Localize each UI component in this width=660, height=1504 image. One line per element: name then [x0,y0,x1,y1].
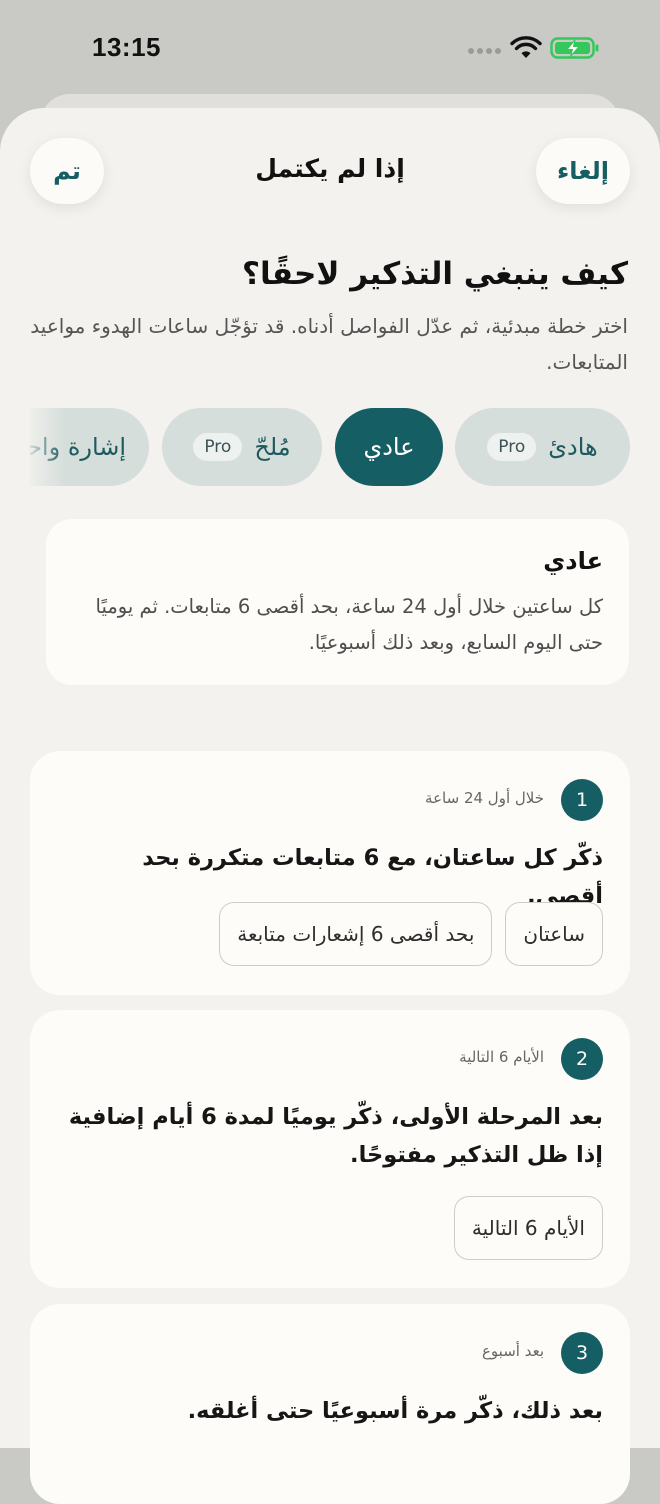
step-card-2: 2 الأيام 6 التالية بعد المرحلة الأولى، ذ… [30,1010,630,1288]
done-button[interactable]: تم [30,138,104,204]
step-number: 3 [561,1332,603,1374]
page-heading: كيف ينبغي التذكير لاحقًا؟ [242,256,628,292]
step-number: 1 [561,779,603,821]
interval-tag[interactable]: ساعتان [505,902,603,966]
step-tags: ساعتان بحد أقصى 6 إشعارات متابعة [219,902,603,966]
status-time: 13:15 [92,32,161,62]
preset-description: كل ساعتين خلال أول 24 ساعة، بحد أقصى 6 م… [95,595,603,654]
chip-calm[interactable]: هادئ Pro [455,408,630,486]
signal-dots-icon [468,48,501,54]
step-number: 2 [561,1038,603,1080]
chip-label: هادئ [548,433,598,461]
chip-label: إشارة واحدة [30,433,127,461]
chip-normal[interactable]: عادي [335,408,443,486]
chip-urgent[interactable]: مُلحّ Pro [162,408,322,486]
days-tag[interactable]: الأيام 6 التالية [453,1196,603,1260]
wifi-icon [510,36,542,58]
chip-label: عادي [363,433,415,461]
step-label: الأيام 6 التالية [459,1048,544,1066]
step-text: بعد ذلك، ذكّر مرة أسبوعيًا حتى أغلقه. [187,1398,603,1424]
step-tags: الأيام 6 التالية [453,1196,603,1260]
max-followups-tag[interactable]: بحد أقصى 6 إشعارات متابعة [219,902,493,966]
step-card-1: 1 خلال أول 24 ساعة ذكّر كل ساعتان، مع 6 … [30,751,630,995]
step-label: بعد أسبوع [481,1342,544,1360]
preset-chips: هادئ Pro عادي مُلحّ Pro إشارة واحدة [30,408,630,486]
chip-label: مُلحّ [254,433,291,461]
preset-title: عادي [543,547,603,575]
battery-charging-icon [550,37,599,59]
step-label: خلال أول 24 ساعة [425,789,544,807]
pro-badge: Pro [193,433,243,461]
page-subtitle: اختر خطة مبدئية، ثم عدّل الفواصل أدناه. … [30,314,628,374]
chip-single[interactable]: إشارة واحدة [30,408,149,486]
step-card-3: 3 بعد أسبوع بعد ذلك، ذكّر مرة أسبوعيًا ح… [30,1304,630,1504]
status-bar: 13:15 [0,0,660,96]
modal-sheet: إلغاء إذا لم يكتمل تم كيف ينبغي التذكير … [0,108,660,1504]
pro-badge: Pro [487,433,537,461]
step-text: بعد المرحلة الأولى، ذكّر يوميًا لمدة 6 أ… [68,1104,603,1168]
preset-description-card: عادي كل ساعتين خلال أول 24 ساعة، بحد أقص… [46,519,629,685]
